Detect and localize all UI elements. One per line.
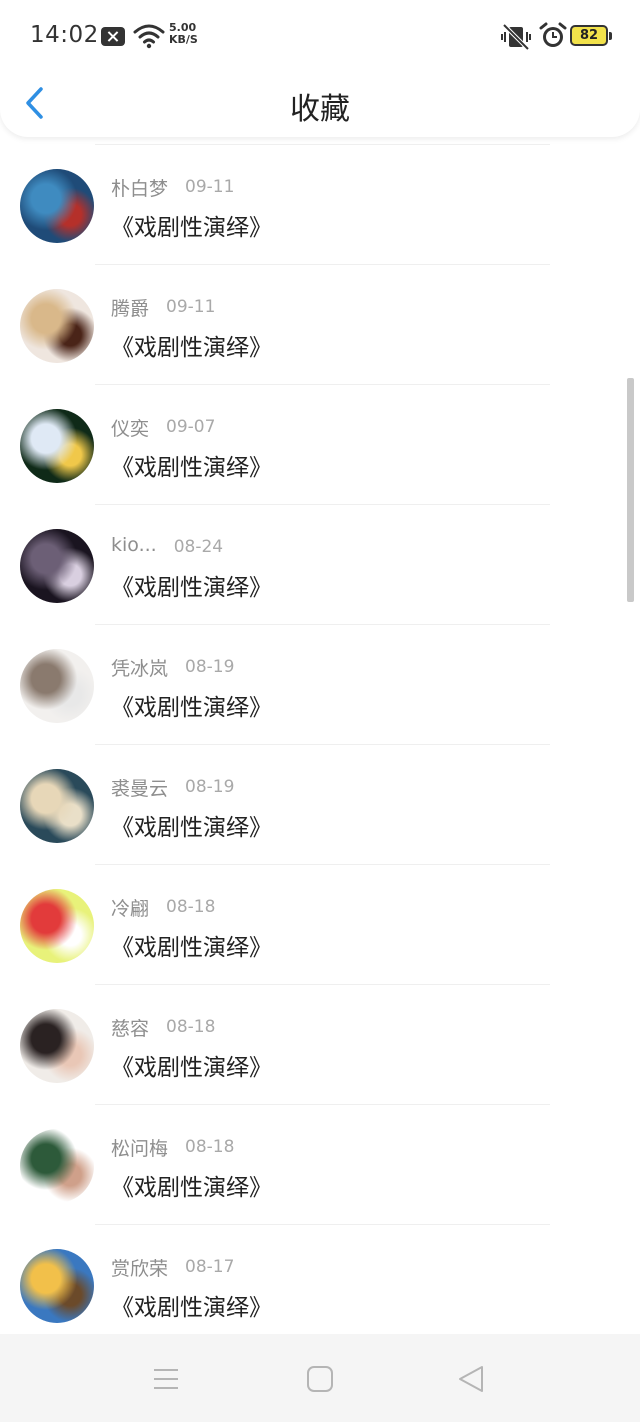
user-name[interactable]: 仪奕 — [111, 414, 149, 441]
divider — [95, 504, 550, 505]
avatar[interactable] — [20, 529, 94, 603]
list-item[interactable]: 朴白梦 09-11 《戏剧性演绎》 — [0, 144, 640, 264]
list-item[interactable]: 裘曼云 08-19 《戏剧性演绎》 — [0, 744, 640, 864]
list-item[interactable]: 松问梅 08-18 《戏剧性演绎》 — [0, 1104, 640, 1224]
work-title[interactable]: 《戏剧性演绎》 — [111, 928, 272, 962]
item-date: 08-24 — [173, 537, 224, 557]
avatar[interactable] — [20, 289, 94, 363]
divider — [95, 1224, 550, 1225]
list-item[interactable]: 凭冰岚 08-19 《戏剧性演绎》 — [0, 624, 640, 744]
divider — [95, 264, 550, 265]
divider — [95, 144, 550, 145]
work-title[interactable]: 《戏剧性演绎》 — [111, 208, 272, 242]
user-name[interactable]: 凭冰岚 — [111, 654, 168, 681]
notification-close-icon — [101, 27, 125, 46]
system-nav-bar — [0, 1334, 640, 1422]
menu-icon[interactable] — [152, 1367, 180, 1391]
user-name[interactable]: 松问梅 — [111, 1134, 168, 1161]
list-item[interactable]: kio... 08-24 《戏剧性演绎》 — [0, 504, 640, 624]
avatar[interactable] — [20, 169, 94, 243]
user-name[interactable]: 冷翩 — [111, 894, 149, 921]
user-name[interactable]: 慈容 — [111, 1014, 149, 1041]
header: 14:02 5.00 KB/S 82 收藏 — [0, 0, 640, 137]
item-date: 09-11 — [166, 297, 216, 317]
item-date: 09-07 — [166, 417, 216, 437]
user-name[interactable]: 朴白梦 — [111, 174, 168, 201]
user-name[interactable]: 裘曼云 — [111, 774, 168, 801]
divider — [95, 984, 550, 985]
avatar[interactable] — [20, 1129, 94, 1203]
work-title[interactable]: 《戏剧性演绎》 — [111, 688, 272, 722]
vibrate-mute-icon — [501, 23, 531, 51]
divider — [95, 864, 550, 865]
work-title[interactable]: 《戏剧性演绎》 — [111, 328, 272, 362]
scrollbar[interactable] — [627, 378, 634, 602]
work-title[interactable]: 《戏剧性演绎》 — [111, 568, 272, 602]
list-item[interactable]: 赏欣荣 08-17 《戏剧性演绎》 — [0, 1224, 640, 1344]
divider — [95, 384, 550, 385]
network-speed-unit: KB/S — [169, 33, 198, 46]
network-speed: 5.00 KB/S — [169, 22, 198, 46]
list-item[interactable]: 慈容 08-18 《戏剧性演绎》 — [0, 984, 640, 1104]
avatar[interactable] — [20, 409, 94, 483]
work-title[interactable]: 《戏剧性演绎》 — [111, 1048, 272, 1082]
item-date: 09-11 — [185, 177, 235, 197]
item-date: 08-18 — [166, 897, 216, 917]
home-square-icon[interactable] — [307, 1366, 333, 1392]
list-item[interactable]: 冷翩 08-18 《戏剧性演绎》 — [0, 864, 640, 984]
work-title[interactable]: 《戏剧性演绎》 — [111, 1168, 272, 1202]
favorites-list[interactable]: 朴白梦 09-11 《戏剧性演绎》 腾爵 09-11 《戏剧性演绎》 仪奕 09-07 《戏剧性… — [0, 144, 640, 1344]
avatar[interactable] — [20, 769, 94, 843]
alarm-icon — [539, 22, 567, 47]
list-item[interactable]: 腾爵 09-11 《戏剧性演绎》 — [0, 264, 640, 384]
status-time: 14:02 — [30, 22, 99, 48]
avatar[interactable] — [20, 1249, 94, 1323]
battery-level: 82 — [579, 28, 599, 43]
user-name[interactable]: kio... — [111, 534, 157, 556]
user-name[interactable]: 腾爵 — [111, 294, 149, 321]
divider — [95, 624, 550, 625]
status-bar: 14:02 5.00 KB/S 82 — [0, 0, 640, 72]
item-date: 08-18 — [185, 1137, 235, 1157]
item-date: 08-17 — [185, 1257, 235, 1277]
battery-indicator: 82 — [570, 25, 612, 46]
back-triangle-icon[interactable] — [456, 1364, 488, 1394]
divider — [95, 744, 550, 745]
item-date: 08-18 — [166, 1017, 216, 1037]
avatar[interactable] — [20, 649, 94, 723]
item-date: 08-19 — [185, 777, 235, 797]
page-title: 收藏 — [290, 92, 350, 127]
work-title[interactable]: 《戏剧性演绎》 — [111, 808, 272, 842]
avatar[interactable] — [20, 889, 94, 963]
avatar[interactable] — [20, 1009, 94, 1083]
work-title[interactable]: 《戏剧性演绎》 — [111, 1288, 272, 1322]
wifi-icon — [133, 24, 165, 49]
work-title[interactable]: 《戏剧性演绎》 — [111, 448, 272, 482]
item-date: 08-19 — [185, 657, 235, 677]
list-item[interactable]: 仪奕 09-07 《戏剧性演绎》 — [0, 384, 640, 504]
user-name[interactable]: 赏欣荣 — [111, 1254, 168, 1281]
divider — [95, 1104, 550, 1105]
